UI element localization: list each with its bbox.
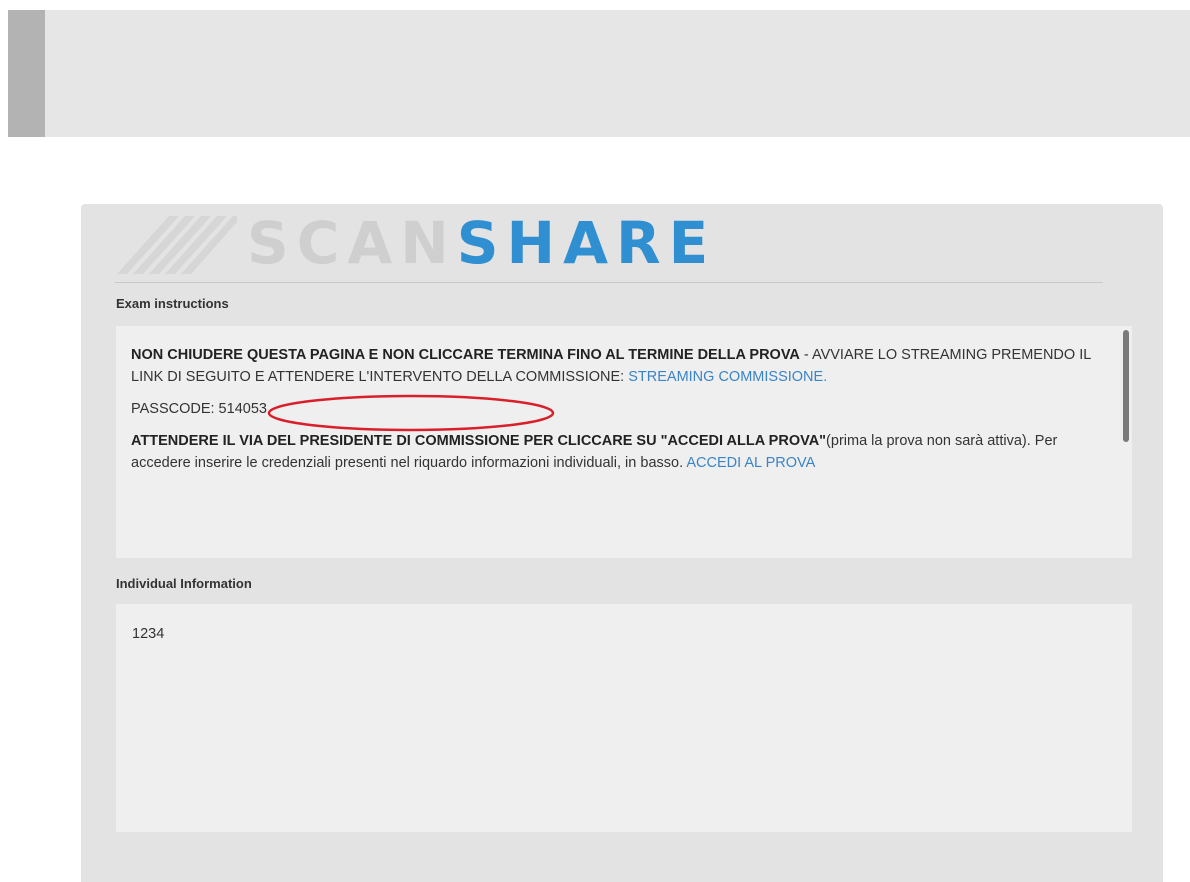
instruction-1-bold: NON CHIUDERE QUESTA PAGINA E NON CLICCAR… bbox=[131, 347, 800, 363]
instruction-paragraph-3: ATTENDERE IL VIA DEL PRESIDENTE DI COMMI… bbox=[131, 430, 1111, 474]
red-highlight-ellipse bbox=[267, 394, 555, 432]
exam-card: SCANSHARE Exam instructions NON CHIUDERE… bbox=[81, 204, 1163, 882]
exam-instructions-panel[interactable]: NON CHIUDERE QUESTA PAGINA E NON CLICCAR… bbox=[116, 326, 1132, 558]
individual-information-panel: 1234 bbox=[116, 604, 1132, 832]
logo-share-text: SHARE bbox=[456, 209, 717, 277]
top-header-bar bbox=[8, 10, 1190, 137]
header-accent-strip bbox=[8, 10, 45, 137]
individual-information-label: Individual Information bbox=[116, 576, 252, 591]
instruction-paragraph-1: NON CHIUDERE QUESTA PAGINA E NON CLICCAR… bbox=[131, 344, 1111, 388]
instruction-3-bold: ATTENDERE IL VIA DEL PRESIDENTE DI COMMI… bbox=[131, 433, 827, 449]
exam-page: SCANSHARE Exam instructions NON CHIUDERE… bbox=[0, 0, 1190, 882]
individual-information-value: 1234 bbox=[132, 626, 165, 642]
instructions-scrollbar[interactable] bbox=[1123, 330, 1129, 442]
logo-divider bbox=[115, 282, 1103, 283]
stripes-icon bbox=[117, 216, 237, 274]
exam-instructions-label: Exam instructions bbox=[116, 296, 229, 311]
streaming-commissione-link[interactable]: STREAMING COMMISSIONE. bbox=[628, 369, 827, 385]
scanshare-logo: SCANSHARE bbox=[117, 208, 837, 278]
logo-scan-text: SCAN bbox=[247, 209, 457, 277]
logo-wordmark: SCANSHARE bbox=[247, 208, 716, 278]
accedi-prova-link[interactable]: ACCEDI AL PROVA bbox=[686, 455, 815, 471]
